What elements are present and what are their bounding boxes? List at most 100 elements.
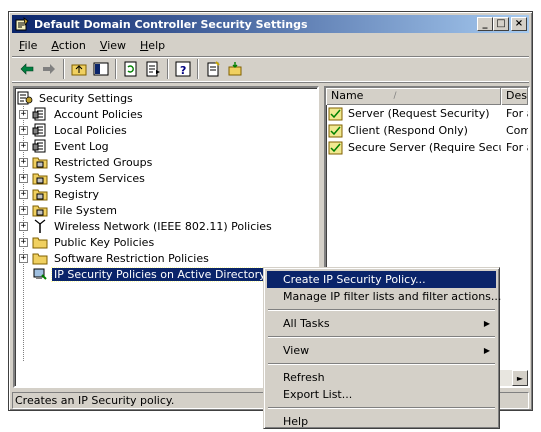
expand-toggle[interactable]: + <box>19 253 28 263</box>
expand-toggle[interactable]: + <box>19 237 28 247</box>
menu-item-manage-ip-filter-lists[interactable]: Manage IP filter lists and filter action… <box>267 288 501 305</box>
new-policy-icon <box>207 61 220 77</box>
up-folder-icon <box>71 64 87 76</box>
scroll-right-button[interactable]: ► <box>512 370 528 386</box>
menu-item-help[interactable]: Help <box>267 413 496 430</box>
list-item[interactable]: Client (Respond Only) Comr <box>326 122 528 139</box>
tree-item-wireless-network-policies[interactable]: + Wireless Network (IEEE 802.11) Policie… <box>15 218 317 234</box>
tree-item-account-policies[interactable]: + Account Policies <box>15 106 317 122</box>
tree-item-software-restriction-policies[interactable]: + Software Restriction Policies <box>15 250 317 266</box>
menu-separator <box>268 336 495 338</box>
expand-toggle[interactable]: + <box>19 205 28 215</box>
menu-item-refresh[interactable]: Refresh <box>267 369 496 386</box>
list-item-name: Server (Request Security) <box>348 107 490 120</box>
menu-action[interactable]: Action <box>44 39 92 52</box>
expand-toggle[interactable]: + <box>19 109 28 119</box>
tree-item-local-policies[interactable]: + Local Policies <box>15 122 317 138</box>
window-title: Default Domain Controller Security Setti… <box>34 17 308 31</box>
column-desc-label: Desc <box>506 89 527 102</box>
lock-folder-icon <box>32 205 48 217</box>
menu-file-rest: ile <box>24 39 38 52</box>
svg-text:?: ? <box>180 64 186 77</box>
help-button[interactable]: ? <box>172 58 194 80</box>
expand-toggle[interactable]: + <box>19 189 28 199</box>
list-header: Name / Desc <box>326 88 528 105</box>
tree-item-event-log[interactable]: + Event Log <box>15 138 317 154</box>
list-item-name: Secure Server (Require Secu... <box>348 141 501 154</box>
toolbar-separator <box>115 59 117 79</box>
forward-arrow-icon <box>43 64 55 74</box>
title-bar[interactable]: Default Domain Controller Security Setti… <box>12 15 529 33</box>
folder-icon <box>32 253 48 265</box>
minimize-button[interactable]: _ <box>477 17 493 31</box>
export-list-button[interactable] <box>142 58 164 80</box>
maximize-button[interactable]: □ <box>493 17 509 31</box>
security-settings-app-icon <box>15 17 29 31</box>
list-item-description: For a <box>506 107 528 120</box>
tree-item-label: Event Log <box>54 139 109 153</box>
menu-item-create-ip-security-policy[interactable]: Create IP Security Policy... <box>267 271 496 288</box>
lock-folder-icon <box>32 189 48 201</box>
menu-item-export-list[interactable]: Export List... <box>267 386 496 403</box>
expand-toggle[interactable]: + <box>19 221 28 231</box>
policy-icon <box>32 123 46 137</box>
tree-root-security-settings[interactable]: Security Settings <box>15 90 317 106</box>
expand-toggle[interactable]: + <box>19 157 28 167</box>
list-item[interactable]: Server (Request Security) For a <box>326 105 528 122</box>
sort-indicator-icon: / <box>393 91 397 101</box>
toolbar: ? <box>12 56 529 82</box>
menu-item-label: Export List... <box>283 388 353 401</box>
policy-icon <box>32 107 46 121</box>
security-settings-icon <box>17 91 33 105</box>
up-one-level-button[interactable] <box>68 58 90 80</box>
back-button[interactable] <box>16 58 38 80</box>
list-item[interactable]: Secure Server (Require Secu... For a <box>326 139 528 156</box>
scroll-right-arrow-icon: ► <box>516 373 524 383</box>
menu-view[interactable]: View <box>93 39 133 52</box>
tree-item-label: Software Restriction Policies <box>54 251 209 265</box>
folder-icon <box>32 237 48 249</box>
forward-button[interactable] <box>38 58 60 80</box>
menu-help[interactable]: Help <box>133 39 172 52</box>
menu-item-all-tasks[interactable]: All Tasks ▶ <box>267 315 496 332</box>
expand-toggle[interactable]: + <box>19 173 28 183</box>
maximize-glyph: □ <box>496 18 506 29</box>
tree-item-system-services[interactable]: + System Services <box>15 170 317 186</box>
column-header-description[interactable]: Desc <box>501 88 528 105</box>
tree-root-label: Security Settings <box>39 91 133 105</box>
menu-item-view[interactable]: View ▶ <box>267 342 496 359</box>
tree-item-public-key-policies[interactable]: + Public Key Policies <box>15 234 317 250</box>
assign-policy-button[interactable] <box>224 58 246 80</box>
properties-icon <box>228 62 242 76</box>
menu-item-label: Create IP Security Policy... <box>283 273 426 286</box>
column-header-name[interactable]: Name / <box>326 88 501 105</box>
show-hide-console-tree-button[interactable] <box>90 58 112 80</box>
ip-policy-icon <box>328 141 343 154</box>
lock-folder-icon <box>32 157 48 169</box>
tree-item-file-system[interactable]: + File System <box>15 202 317 218</box>
refresh-button[interactable] <box>120 58 142 80</box>
list-item-description: For a <box>506 141 528 154</box>
menu-bar: File Action View Help <box>12 36 529 55</box>
menu-file[interactable]: File <box>12 39 44 52</box>
tree-item-label: Wireless Network (IEEE 802.11) Policies <box>54 219 272 233</box>
menu-view-rest: iew <box>107 39 127 52</box>
menu-item-label: Help <box>283 415 309 428</box>
menu-action-accel: A <box>51 39 59 52</box>
expand-toggle[interactable]: + <box>19 141 28 151</box>
ip-policy-icon <box>328 107 343 120</box>
ip-policy-icon <box>328 124 343 137</box>
tree-item-registry[interactable]: + Registry <box>15 186 317 202</box>
export-list-icon <box>146 61 160 77</box>
create-policy-button[interactable] <box>202 58 224 80</box>
menu-separator <box>268 309 495 311</box>
lock-folder-icon <box>32 173 48 185</box>
refresh-icon <box>124 61 137 77</box>
tree-item-restricted-groups[interactable]: + Restricted Groups <box>15 154 317 170</box>
expand-toggle[interactable]: + <box>19 125 28 135</box>
tree-item-label: Restricted Groups <box>54 155 153 169</box>
close-button[interactable]: × <box>511 17 527 31</box>
toolbar-separator <box>63 59 65 79</box>
menu-separator <box>268 407 495 409</box>
menu-item-label: Manage IP filter lists and filter action… <box>283 290 502 303</box>
